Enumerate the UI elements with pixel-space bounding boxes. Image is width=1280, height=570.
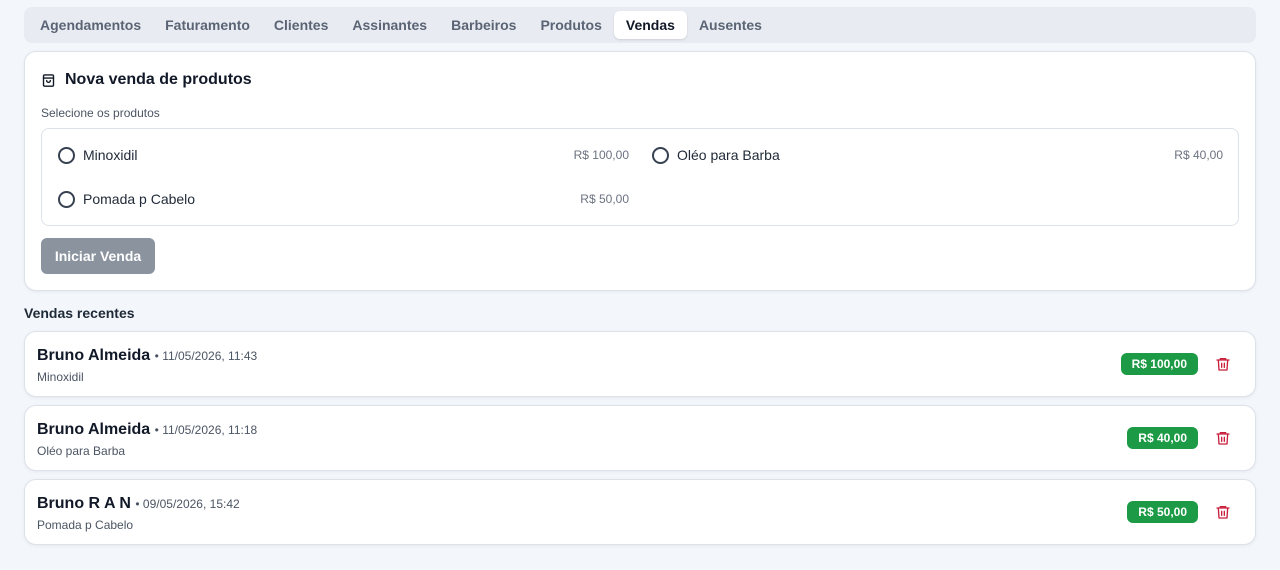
sale-actions: R$ 50,00 [1127,500,1231,524]
trash-icon [1216,506,1230,519]
sale-row: Bruno R A N • 09/05/2026, 15:42 Pomada p… [24,479,1256,545]
sale-product: Minoxidil [37,370,84,384]
tab-ausentes[interactable]: Ausentes [687,11,774,39]
tab-vendas[interactable]: Vendas [613,11,687,39]
sale-datetime: 11/05/2026, 11:43 [162,349,258,363]
product-item[interactable]: Minoxidil R$ 100,00 [58,143,629,167]
sale-datetime: 11/05/2026, 11:18 [162,423,258,437]
delete-sale-button[interactable] [1215,430,1231,446]
product-checkbox[interactable] [652,146,669,164]
product-list: Minoxidil R$ 100,00 Oléo para Barba R$ 4… [41,128,1239,226]
delete-sale-button[interactable] [1215,504,1231,520]
sale-product: Oléo para Barba [37,444,126,458]
delete-sale-button[interactable] [1215,356,1231,372]
tab-bar: Agendamentos Faturamento Clientes Assina… [24,7,1256,43]
product-name: Minoxidil [83,147,138,163]
new-sale-title: Nova venda de produtos [41,71,252,89]
tab-clientes[interactable]: Clientes [262,11,340,39]
product-name: Pomada p Cabelo [83,191,196,207]
product-price: R$ 50,00 [580,192,629,206]
sale-row: Bruno Almeida • 11/05/2026, 11:18 Oléo p… [24,405,1256,471]
shopping-bag-icon [42,73,55,87]
sale-separator: • [135,497,143,511]
tab-agendamentos[interactable]: Agendamentos [28,11,153,39]
sale-amount-badge: R$ 40,00 [1127,427,1198,449]
sale-customer: Bruno R A N [37,495,131,512]
tab-produtos[interactable]: Produtos [528,11,613,39]
select-products-label: Selecione os produtos [41,106,160,120]
sale-header: Bruno R A N • 09/05/2026, 15:42 [37,495,240,513]
tab-assinantes[interactable]: Assinantes [340,11,439,39]
new-sale-title-text: Nova venda de produtos [65,71,252,88]
product-checkbox[interactable] [58,190,75,208]
product-price: R$ 100,00 [573,148,629,162]
trash-icon [1216,432,1230,445]
tab-faturamento[interactable]: Faturamento [153,11,262,39]
product-item[interactable]: Pomada p Cabelo R$ 50,00 [58,187,629,211]
product-name: Oléo para Barba [677,147,780,163]
sale-customer: Bruno Almeida [37,421,151,438]
sale-amount-badge: R$ 50,00 [1127,501,1198,523]
sale-actions: R$ 40,00 [1127,426,1231,450]
sale-customer: Bruno Almeida [37,347,151,364]
sale-header: Bruno Almeida • 11/05/2026, 11:43 [37,347,257,365]
sale-row: Bruno Almeida • 11/05/2026, 11:43 Minoxi… [24,331,1256,397]
sale-header: Bruno Almeida • 11/05/2026, 11:18 [37,421,257,439]
sale-amount-badge: R$ 100,00 [1120,353,1198,375]
sale-product: Pomada p Cabelo [37,518,134,532]
sale-datetime: 09/05/2026, 15:42 [142,497,240,511]
product-item[interactable]: Oléo para Barba R$ 40,00 [652,143,1223,167]
start-sale-button[interactable]: Iniciar Venda [41,238,155,274]
tab-barbeiros[interactable]: Barbeiros [439,11,528,39]
trash-icon [1216,358,1230,371]
recent-sales-title: Vendas recentes [24,305,135,321]
product-price: R$ 40,00 [1174,148,1223,162]
new-sale-card: Nova venda de produtos Selecione os prod… [24,51,1256,291]
sale-actions: R$ 100,00 [1120,352,1231,376]
product-checkbox[interactable] [58,146,75,164]
